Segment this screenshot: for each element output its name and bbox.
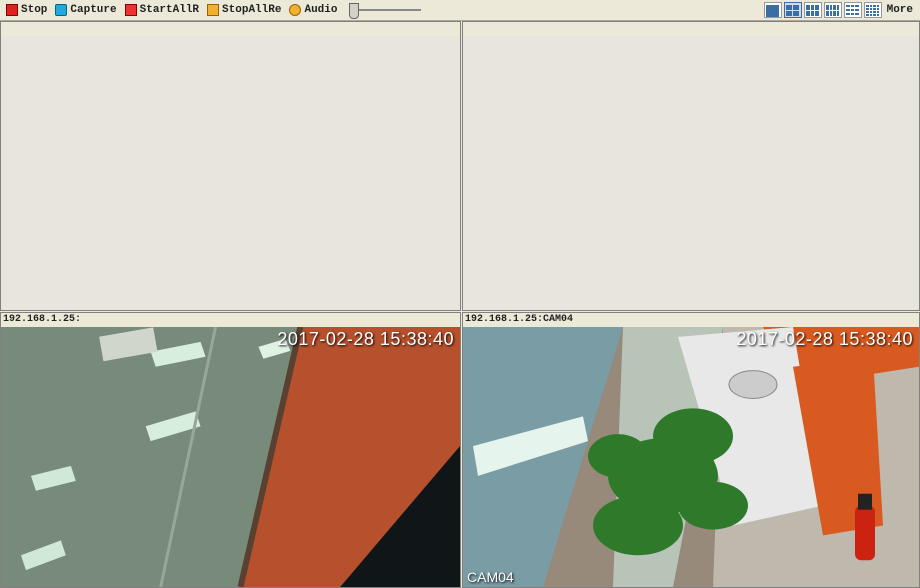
- pane-top-left[interactable]: [0, 21, 461, 311]
- audio-button[interactable]: Audio: [287, 2, 339, 18]
- pane-top-right[interactable]: [462, 21, 920, 311]
- toolbar: Stop Capture StartAllR StopAllRe Audio: [0, 0, 920, 21]
- layout-1-button[interactable]: [764, 2, 782, 18]
- slider-track: [349, 9, 421, 11]
- layout-8-button[interactable]: [824, 2, 842, 18]
- pane-body: 2017-02-28 15:38:40 CAM04: [463, 327, 919, 587]
- start-all-rec-button[interactable]: StartAllR: [123, 2, 201, 18]
- layout-4-button[interactable]: [784, 2, 802, 18]
- pane-body: 2017-02-28 15:38:40: [1, 327, 460, 587]
- pane-body: [463, 36, 919, 310]
- camera-feed: 2017-02-28 15:38:40: [1, 327, 460, 587]
- capture-label: Capture: [70, 4, 116, 16]
- camera-label-overlay: CAM04: [467, 569, 514, 585]
- viewer: 192.168.1.25:: [0, 21, 920, 588]
- pane-header: [463, 22, 919, 37]
- camera-icon: [55, 4, 67, 16]
- slider-thumb[interactable]: [349, 3, 359, 19]
- record-icon: [125, 4, 137, 16]
- more-button[interactable]: More: [884, 4, 916, 16]
- stop-all-rec-button[interactable]: StopAllRe: [205, 2, 283, 18]
- layout-6-button[interactable]: [804, 2, 822, 18]
- pane-bottom-left[interactable]: 192.168.1.25:: [0, 312, 461, 588]
- timestamp-overlay: 2017-02-28 15:38:40: [736, 329, 913, 350]
- audio-icon: [289, 4, 301, 16]
- pane-header: [1, 22, 460, 37]
- audio-label: Audio: [304, 4, 337, 16]
- stop-button[interactable]: Stop: [4, 2, 49, 18]
- stop-label: Stop: [21, 4, 47, 16]
- start-all-rec-label: StartAllR: [140, 4, 199, 16]
- stop-icon: [6, 4, 18, 16]
- camera-feed: 2017-02-28 15:38:40 CAM04: [463, 327, 919, 587]
- pane-header: 192.168.1.25:CAM04: [463, 313, 919, 328]
- pane-body: [1, 36, 460, 310]
- timestamp-overlay: 2017-02-28 15:38:40: [277, 329, 454, 350]
- stop-all-rec-label: StopAllRe: [222, 4, 281, 16]
- layout-9-button[interactable]: [844, 2, 862, 18]
- layout-16-button[interactable]: [864, 2, 882, 18]
- volume-slider[interactable]: [349, 9, 421, 11]
- capture-button[interactable]: Capture: [53, 2, 118, 18]
- stop-record-icon: [207, 4, 219, 16]
- pane-header: 192.168.1.25:: [1, 313, 460, 328]
- pane-bottom-right[interactable]: 192.168.1.25:CAM04: [462, 312, 920, 588]
- layout-toolbar: More: [764, 2, 916, 18]
